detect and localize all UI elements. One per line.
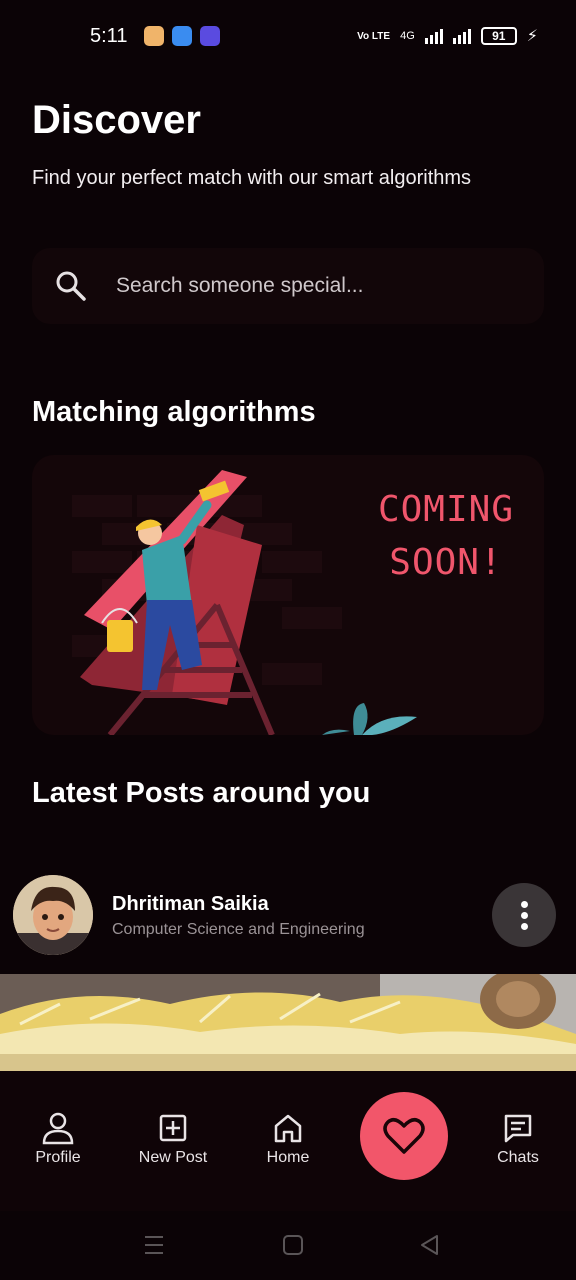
avatar-image	[13, 875, 93, 955]
volte-indicator: Vo LTE	[357, 30, 391, 42]
signal-icon	[424, 28, 443, 44]
system-navigation-bar	[0, 1211, 576, 1280]
nav-profile-label: Profile	[35, 1149, 81, 1166]
food-photo	[0, 974, 576, 1072]
battery-icon: 91	[480, 27, 517, 45]
charging-icon: ⚡	[526, 28, 538, 45]
coming-soon-text: COMING SOON!	[378, 483, 514, 589]
search-icon	[56, 271, 86, 301]
nav-home[interactable]: Home	[233, 1111, 343, 1167]
search-input[interactable]	[116, 274, 496, 298]
nav-chats-label: Chats	[497, 1149, 539, 1166]
home-square-icon[interactable]	[282, 1233, 304, 1257]
post-author-name[interactable]: Dhritiman Saikia	[112, 893, 269, 916]
more-options-button[interactable]	[492, 883, 556, 947]
coming-soon-line2: SOON!	[389, 542, 503, 583]
status-bar: 5:11 Vo LTE 4G 91 ⚡	[0, 0, 576, 72]
person-icon	[42, 1112, 74, 1145]
coming-soon-line1: COMING	[377, 489, 514, 530]
search-bar[interactable]	[32, 248, 544, 324]
plus-square-icon	[159, 1114, 187, 1142]
more-dot	[520, 922, 528, 930]
nav-new-post-label: New Post	[138, 1149, 208, 1166]
match-heart-button[interactable]	[360, 1092, 448, 1180]
status-indicators: Vo LTE 4G 91 ⚡	[357, 26, 538, 46]
back-icon[interactable]	[418, 1233, 440, 1257]
latest-posts-title: Latest Posts around you	[32, 777, 371, 809]
more-dot	[520, 900, 528, 908]
more-dot	[520, 911, 528, 919]
signal-icon	[452, 28, 471, 44]
notification-app-icon	[172, 26, 192, 46]
coming-soon-banner: COMING SOON!	[32, 455, 544, 735]
bottom-navigation: Profile New Post Home Chats	[0, 1071, 576, 1211]
notification-app-icon	[144, 26, 164, 46]
nav-home-label: Home	[266, 1149, 310, 1166]
nav-profile[interactable]: Profile	[3, 1111, 113, 1167]
page-subtitle: Find your perfect match with our smart a…	[32, 167, 472, 189]
matching-section-title: Matching algorithms	[32, 396, 316, 428]
notification-app-icon	[200, 26, 220, 46]
nav-chats[interactable]: Chats	[463, 1111, 573, 1167]
heart-icon	[383, 1118, 425, 1154]
avatar[interactable]	[13, 875, 93, 955]
post-author-department: Computer Science and Engineering	[112, 921, 365, 938]
home-icon	[274, 1114, 302, 1143]
status-time: 5:11	[90, 25, 128, 47]
post-image[interactable]	[0, 974, 576, 1072]
post-header: Dhritiman Saikia Computer Science and En…	[0, 875, 576, 957]
chat-icon	[504, 1114, 532, 1143]
page-title: Discover	[32, 98, 201, 142]
nav-new-post[interactable]: New Post	[118, 1111, 228, 1167]
network-type: 4G	[400, 30, 415, 42]
menu-icon[interactable]	[143, 1233, 165, 1257]
